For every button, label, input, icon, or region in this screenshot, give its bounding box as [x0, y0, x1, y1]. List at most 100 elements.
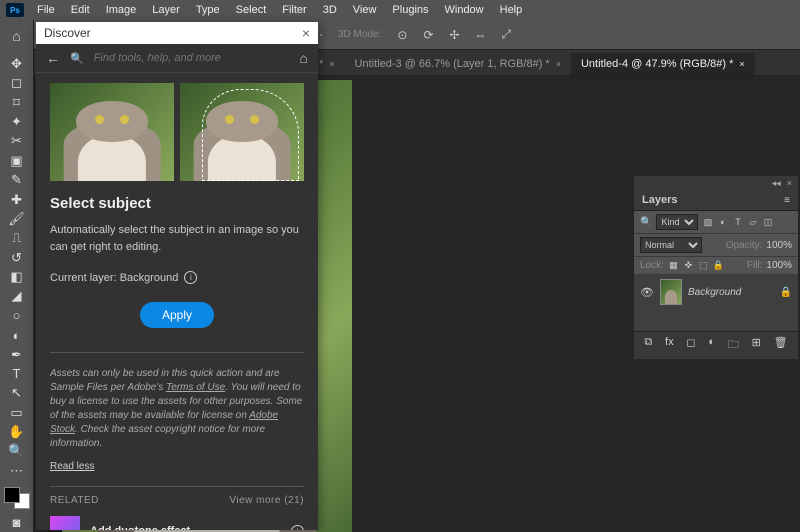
blur-tool-icon[interactable]: ○ — [5, 307, 29, 325]
collapse-icon[interactable]: ◂◂ — [772, 178, 781, 189]
eyedropper-tool-icon[interactable]: ✎ — [5, 171, 29, 189]
zoom-tool-icon[interactable]: 🔍 — [5, 442, 29, 460]
filter-kind-select[interactable]: Kind — [656, 214, 698, 230]
quick-mask-icon[interactable]: ◙ — [5, 514, 29, 532]
close-icon[interactable]: × — [787, 178, 792, 188]
layer-style-icon[interactable]: fx — [665, 336, 674, 355]
layer-name[interactable]: Background — [688, 287, 774, 298]
filter-pixel-icon[interactable]: ▧ — [702, 217, 713, 228]
layer-row[interactable]: 👁 Background 🔒 — [634, 275, 798, 309]
panel-collapse-strip: ◂◂ × — [634, 176, 798, 190]
menu-file[interactable]: File — [30, 2, 62, 18]
menu-window[interactable]: Window — [438, 2, 491, 18]
quick-select-tool-icon[interactable]: ✦ — [5, 113, 29, 131]
home-icon[interactable]: ⌂ — [3, 26, 31, 46]
menu-3d[interactable]: 3D — [316, 2, 344, 18]
lock-artboard-icon[interactable]: ⬚ — [698, 260, 709, 271]
healing-tool-icon[interactable]: ✚ — [5, 190, 29, 208]
terms-link[interactable]: Terms of Use — [166, 382, 225, 393]
view-more-link[interactable]: View more (21) — [229, 495, 304, 506]
filter-smart-icon[interactable]: ◫ — [762, 217, 773, 228]
back-icon[interactable]: ← — [46, 50, 60, 66]
menu-plugins[interactable]: Plugins — [385, 2, 435, 18]
panel-menu-icon[interactable]: ≡ — [784, 195, 790, 206]
lock-pixels-icon[interactable]: ▦ — [668, 260, 679, 271]
adjustment-layer-icon[interactable]: ◐ — [708, 336, 715, 355]
assets-notice: Assets can only be used in this quick ac… — [50, 352, 304, 451]
3d-roll-icon[interactable]: ⟳ — [417, 24, 439, 46]
apply-button[interactable]: Apply — [140, 302, 214, 328]
opacity-label: Opacity: — [726, 240, 763, 251]
path-tool-icon[interactable]: ↖ — [5, 384, 29, 402]
brush-tool-icon[interactable]: 🖌 — [5, 210, 29, 228]
lasso-tool-icon[interactable]: ⌑ — [5, 93, 29, 111]
hand-tool-icon[interactable]: ✋ — [5, 423, 29, 441]
section-title: Select subject — [50, 195, 304, 212]
related-label: RELATED — [50, 495, 99, 506]
tab-doc-3[interactable]: Untitled-4 @ 47.9% (RGB/8#) *× — [571, 53, 755, 75]
menu-view[interactable]: View — [346, 2, 384, 18]
group-icon[interactable]: 🗀 — [728, 336, 739, 355]
stamp-tool-icon[interactable]: ⎍ — [5, 229, 29, 247]
edit-toolbar-icon[interactable]: ⋯ — [5, 462, 29, 480]
crop-tool-icon[interactable]: ✂ — [5, 132, 29, 150]
search-icon: 🔍 — [70, 52, 84, 65]
layer-mask-icon[interactable]: ◻ — [686, 336, 695, 355]
color-swatches[interactable] — [4, 487, 30, 509]
history-brush-icon[interactable]: ↺ — [5, 248, 29, 266]
info-icon[interactable]: i — [184, 271, 197, 284]
lock-all-icon[interactable]: 🔒 — [713, 260, 724, 271]
preview-before — [50, 83, 174, 181]
filter-type-icon[interactable]: T — [732, 217, 743, 228]
3d-slide-icon[interactable]: ⇔ — [469, 24, 491, 46]
filter-shape-icon[interactable]: ▱ — [747, 217, 758, 228]
frame-tool-icon[interactable]: ▣ — [5, 152, 29, 170]
blend-mode-select[interactable]: Normal — [640, 237, 702, 253]
shape-tool-icon[interactable]: ▭ — [5, 403, 29, 421]
section-description: Automatically select the subject in an i… — [50, 222, 304, 255]
filter-adjust-icon[interactable]: ◐ — [717, 217, 728, 228]
info-icon[interactable]: i — [291, 525, 304, 531]
3d-pan-icon[interactable]: ✢ — [443, 24, 465, 46]
related-item[interactable]: Add duotone effect i — [50, 516, 304, 530]
related-item-name: Add duotone effect — [90, 525, 190, 530]
gradient-tool-icon[interactable]: ◢ — [5, 287, 29, 305]
new-layer-icon[interactable]: ⊞ — [752, 336, 761, 355]
close-icon[interactable]: × — [302, 25, 310, 41]
menu-image[interactable]: Image — [99, 2, 144, 18]
pen-tool-icon[interactable]: ✒ — [5, 345, 29, 363]
close-icon[interactable]: × — [556, 59, 561, 69]
lock-label: Lock: — [640, 260, 664, 271]
visibility-icon[interactable]: 👁 — [640, 286, 654, 299]
layers-panel-title: Layers — [642, 194, 677, 206]
fill-value[interactable]: 100% — [766, 260, 792, 271]
close-icon[interactable]: × — [739, 59, 744, 69]
home-icon[interactable]: ⌂ — [300, 50, 308, 66]
close-icon[interactable]: × — [329, 59, 334, 69]
type-tool-icon[interactable]: T — [5, 365, 29, 383]
3d-scale-icon[interactable]: ⤢ — [495, 24, 517, 46]
menu-help[interactable]: Help — [493, 2, 530, 18]
search-input[interactable] — [94, 52, 290, 64]
filter-kind-icon[interactable]: 🔍 — [640, 217, 652, 228]
lock-icon[interactable]: 🔒 — [780, 287, 792, 298]
eraser-tool-icon[interactable]: ◧ — [5, 268, 29, 286]
delete-layer-icon[interactable]: 🗑 — [774, 336, 788, 355]
dodge-tool-icon[interactable]: ◐ — [5, 326, 29, 344]
menu-select[interactable]: Select — [229, 2, 274, 18]
marquee-tool-icon[interactable]: ◻ — [5, 74, 29, 92]
menu-edit[interactable]: Edit — [64, 2, 97, 18]
fill-label: Fill: — [747, 260, 763, 271]
layer-thumbnail — [660, 279, 682, 305]
menu-layer[interactable]: Layer — [145, 2, 187, 18]
3d-orbit-icon[interactable]: ⊙ — [391, 24, 413, 46]
menu-filter[interactable]: Filter — [275, 2, 313, 18]
opacity-value[interactable]: 100% — [766, 240, 792, 251]
menu-type[interactable]: Type — [189, 2, 227, 18]
tab-doc-2[interactable]: Untitled-3 @ 66.7% (Layer 1, RGB/8#) *× — [345, 53, 571, 75]
read-less-link[interactable]: Read less — [50, 461, 94, 472]
preview-after — [180, 83, 304, 181]
move-tool-icon[interactable]: ✥ — [5, 55, 29, 73]
lock-position-icon[interactable]: ✜ — [683, 260, 694, 271]
link-layers-icon[interactable]: ⧉ — [644, 336, 652, 355]
